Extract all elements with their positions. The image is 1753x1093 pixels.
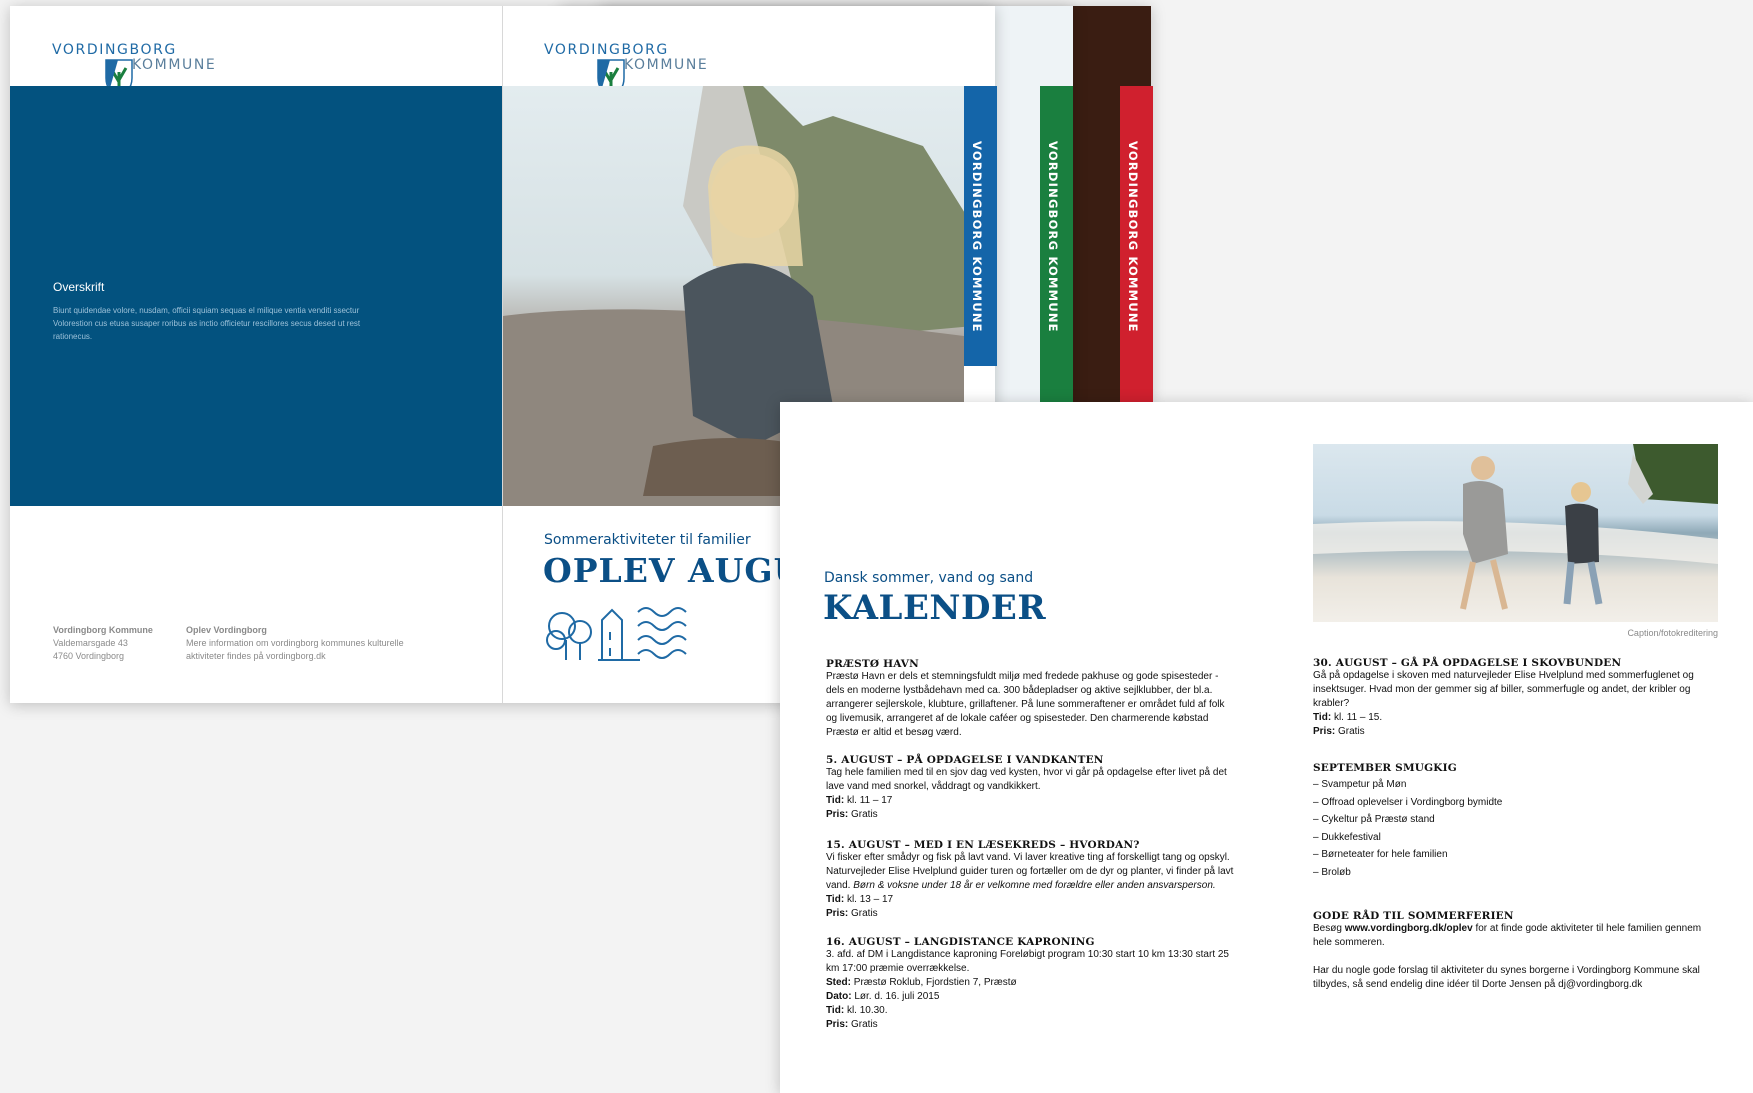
event-time: Tid: kl. 11 – 15. — [1313, 711, 1718, 725]
event-body: 3. afd. af DM i Langdistance kaproning F… — [826, 949, 1229, 974]
back-heading: Overskrift — [53, 280, 105, 294]
event-heading: 15. AUGUST – MED I EN LÆSEKREDS – HVORDA… — [826, 839, 1140, 851]
list-item: – Broløb — [1313, 866, 1351, 878]
event-date: Dato: Lør. d. 16. juli 2015 — [826, 990, 1234, 1004]
list-item: – Børneteater for hele familien — [1313, 849, 1448, 860]
list-item: – Offroad oplevelser i Vordingborg bymid… — [1313, 796, 1503, 808]
summer-tips: GODE RÅD TIL SOMMERFERIEN Besøg www.vord… — [1313, 910, 1718, 992]
price-label: Pris: — [826, 908, 849, 919]
event-body: Gå på opdagelse i skoven med naturvejled… — [1313, 670, 1694, 709]
september-heading: SEPTEMBER SMUGKIG — [1313, 762, 1457, 774]
spine-blue-label: VORDINGBORG KOMMUNE — [970, 141, 984, 333]
price-value: Gratis — [851, 809, 878, 820]
time-value: kl. 11 – 17 — [846, 795, 893, 806]
event-price: Pris: Gratis — [826, 907, 1246, 921]
list-item: – Svampetur på Møn — [1313, 779, 1407, 790]
front-logo-line1: VORDINGBORG — [544, 42, 669, 58]
event-price: Pris: Gratis — [826, 808, 1234, 822]
event-time: Tid: kl. 11 – 17 — [826, 794, 1234, 808]
event-heading: 16. AUGUST – LANGDISTANCE KAPRONING — [826, 936, 1095, 948]
back-body: Biunt quidendae volore, nusdam, officii … — [53, 306, 361, 341]
event-price: Pris: Gratis — [826, 1018, 1234, 1032]
logo-line2: KOMMUNE — [132, 57, 217, 73]
price-value: Gratis — [1338, 726, 1365, 737]
time-label: Tid: — [826, 1005, 845, 1016]
tips-pre: Besøg — [1313, 923, 1342, 934]
time-label: Tid: — [1313, 712, 1332, 723]
footer-col1-title: Vordingborg Kommune — [53, 625, 153, 635]
list-item: – Dukkefestival — [1313, 831, 1381, 843]
event-heading: PRÆSTØ HAVN — [826, 658, 919, 670]
event-presto: PRÆSTØ HAVN Præstø Havn er dels et stemn… — [826, 658, 1234, 740]
event-16-august: 16. AUGUST – LANGDISTANCE KAPRONING 3. a… — [826, 936, 1234, 1032]
price-label: Pris: — [1313, 726, 1336, 737]
price-value: Gratis — [851, 908, 878, 919]
price-label: Pris: — [826, 809, 849, 820]
time-label: Tid: — [826, 795, 845, 806]
calendar-caption: Caption/fotokreditering — [1627, 628, 1718, 638]
spine-green: VORDINGBORG KOMMUNE — [1040, 86, 1073, 402]
event-30-august: 30. AUGUST – GÅ PÅ OPDAGELSE I SKOVBUNDE… — [1313, 657, 1718, 739]
event-5-august: 5. AUGUST – PÅ OPDAGELSE I VANDKANTEN Ta… — [826, 754, 1234, 822]
calendar-photo — [1313, 444, 1718, 622]
spine-green-label: VORDINGBORG KOMMUNE — [1046, 141, 1060, 333]
september-preview: SEPTEMBER SMUGKIG – Svampetur på Møn – O… — [1313, 762, 1718, 881]
logo-line1: VORDINGBORG — [52, 42, 177, 58]
children-running-image — [1313, 444, 1718, 610]
list-item: – Cykeltur på Præstø stand — [1313, 814, 1435, 825]
event-body: Præstø Havn er dels et stemningsfuldt mi… — [826, 671, 1225, 738]
place-value: Præstø Roklub, Fjordstien 7, Præstø — [853, 977, 1017, 988]
event-body: Vi fisker efter smådyr og fisk på lavt v… — [826, 851, 1246, 893]
calendar-title: KALENDER — [823, 588, 1047, 628]
oplev-link[interactable]: www.vordingborg.dk/oplev — [1345, 923, 1473, 934]
event-15-august: 15. AUGUST – MED I EN LÆSEKREDS – HVORDA… — [826, 839, 1246, 921]
back-cover-panel: Overskrift Biunt quidendae volore, nusda… — [10, 86, 502, 506]
front-subtitle: Sommeraktiviteter til familier — [544, 532, 751, 548]
tips-body-2: Har du nogle gode forslag til aktivitete… — [1313, 965, 1700, 990]
event-place: Sted: Præstø Roklub, Fjordstien 7, Præst… — [826, 976, 1234, 990]
event-time: Tid: kl. 13 – 17 — [826, 893, 1246, 907]
event-heading: 30. AUGUST – GÅ PÅ OPDAGELSE I SKOVBUNDE… — [1313, 657, 1622, 669]
spine-red-label: VORDINGBORG KOMMUNE — [1126, 141, 1140, 333]
date-value: Lør. d. 16. juli 2015 — [854, 991, 940, 1002]
footer-col2-line1: Mere information om vordingborg kommunes… — [186, 638, 404, 648]
time-value: kl. 13 – 17 — [846, 894, 894, 905]
calendar-subtitle: Dansk sommer, vand og sand — [824, 570, 1034, 586]
time-value: kl. 11 – 15. — [1333, 712, 1383, 723]
footer-col1-line1: Valdemarsgade 43 — [53, 638, 128, 648]
town-icon — [546, 607, 687, 661]
time-label: Tid: — [826, 894, 845, 905]
event-heading: 5. AUGUST – PÅ OPDAGELSE I VANDKANTEN — [826, 754, 1104, 766]
event-price: Pris: Gratis — [1313, 725, 1718, 739]
footer-col2-line2: aktiviteter findes på vordingborg.dk — [186, 651, 326, 661]
price-label: Pris: — [826, 1019, 849, 1030]
front-title: OPLEV AUGU — [543, 551, 804, 590]
spine-blue: VORDINGBORG KOMMUNE — [964, 86, 997, 366]
event-time: Tid: kl. 10.30. — [826, 1004, 1234, 1018]
calendar-page: Caption/fotokreditering Dansk sommer, va… — [780, 402, 1753, 1093]
price-value: Gratis — [851, 1019, 878, 1030]
front-logo-line2: KOMMUNE — [624, 57, 709, 73]
footer-col2-title: Oplev Vordingborg — [186, 625, 267, 635]
date-label: Dato: — [826, 991, 852, 1002]
event-body: Tag hele familien med til en sjov dag ve… — [826, 767, 1227, 792]
time-value: kl. 10.30. — [846, 1005, 888, 1016]
event-note: Børn & voksne under 18 år er velkomne me… — [853, 880, 1216, 891]
tips-body: Besøg www.vordingborg.dk/oplev for at fi… — [1313, 922, 1718, 950]
place-label: Sted: — [826, 977, 851, 988]
spine-red: VORDINGBORG KOMMUNE — [1120, 86, 1153, 402]
footer-col1-line2: 4760 Vordingborg — [53, 651, 125, 661]
tips-heading: GODE RÅD TIL SOMMERFERIEN — [1313, 910, 1514, 922]
